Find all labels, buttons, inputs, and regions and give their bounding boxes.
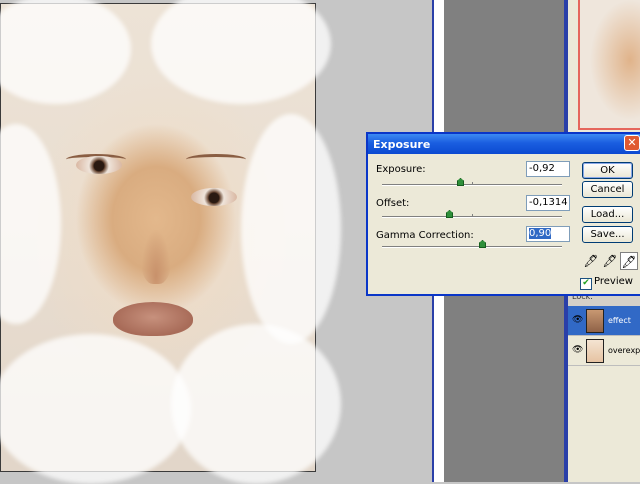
layer-name: overexpo [608,346,640,355]
white-eyedropper-icon[interactable]: 🖋 [620,252,638,270]
ok-button[interactable]: OK [582,162,633,179]
layer-thumbnail [586,309,604,333]
gray-eyedropper-icon[interactable]: 🖋 [601,252,619,270]
layer-thumbnail [586,339,604,363]
visibility-eye-icon[interactable]: 👁 [572,346,583,355]
save-button[interactable]: Save... [582,226,633,243]
document-canvas[interactable] [0,0,341,484]
gamma-correction-value: 0,90 [529,228,552,239]
layer-row-overexpo[interactable]: 👁 overexpo [568,336,640,366]
offset-input[interactable]: -0,1314 [526,195,570,211]
exposure-label: Exposure: [376,164,426,175]
visibility-eye-icon[interactable]: 👁 [572,316,583,325]
gamma-slider-thumb[interactable] [479,240,486,248]
right-eyebrow [186,154,246,165]
slider-center-tick [472,214,473,217]
offset-slider-thumb[interactable] [446,210,453,218]
feather-decoration [241,114,341,344]
dialog-titlebar[interactable]: Exposure ✕ [368,134,640,154]
layer-row-effect[interactable]: 👁 effect [568,306,640,336]
feather-decoration [0,0,131,104]
dialog-title: Exposure [373,138,431,151]
black-eyedropper-icon[interactable]: 🖋 [582,252,600,270]
layer-name: effect [608,316,631,325]
load-button[interactable]: Load... [582,206,633,223]
gamma-slider-track[interactable] [382,246,562,248]
gamma-correction-input[interactable]: 0,90 [526,226,570,242]
offset-label: Offset: [376,198,410,209]
close-icon[interactable]: ✕ [624,135,640,151]
exposure-dialog: Exposure ✕ Exposure: -0,92 Offset: -0,13… [366,132,640,296]
slider-center-tick [472,182,473,185]
exposure-input[interactable]: -0,92 [526,161,570,177]
feather-decoration [0,334,191,484]
preview-checkbox[interactable]: ✔ [580,278,592,290]
lips [113,302,193,336]
nose [141,229,171,284]
exposure-slider-thumb[interactable] [457,178,464,186]
preview-label: Preview [594,276,633,287]
preview-toggle[interactable]: ✔ Preview [580,276,633,290]
feather-decoration [171,324,341,484]
feather-decoration [0,124,61,324]
gamma-correction-label: Gamma Correction: [376,230,474,241]
left-eye [76,156,122,174]
cancel-button[interactable]: Cancel [582,181,633,198]
feather-decoration [151,0,331,104]
second-document-window[interactable] [578,0,640,130]
right-eye [191,188,237,206]
